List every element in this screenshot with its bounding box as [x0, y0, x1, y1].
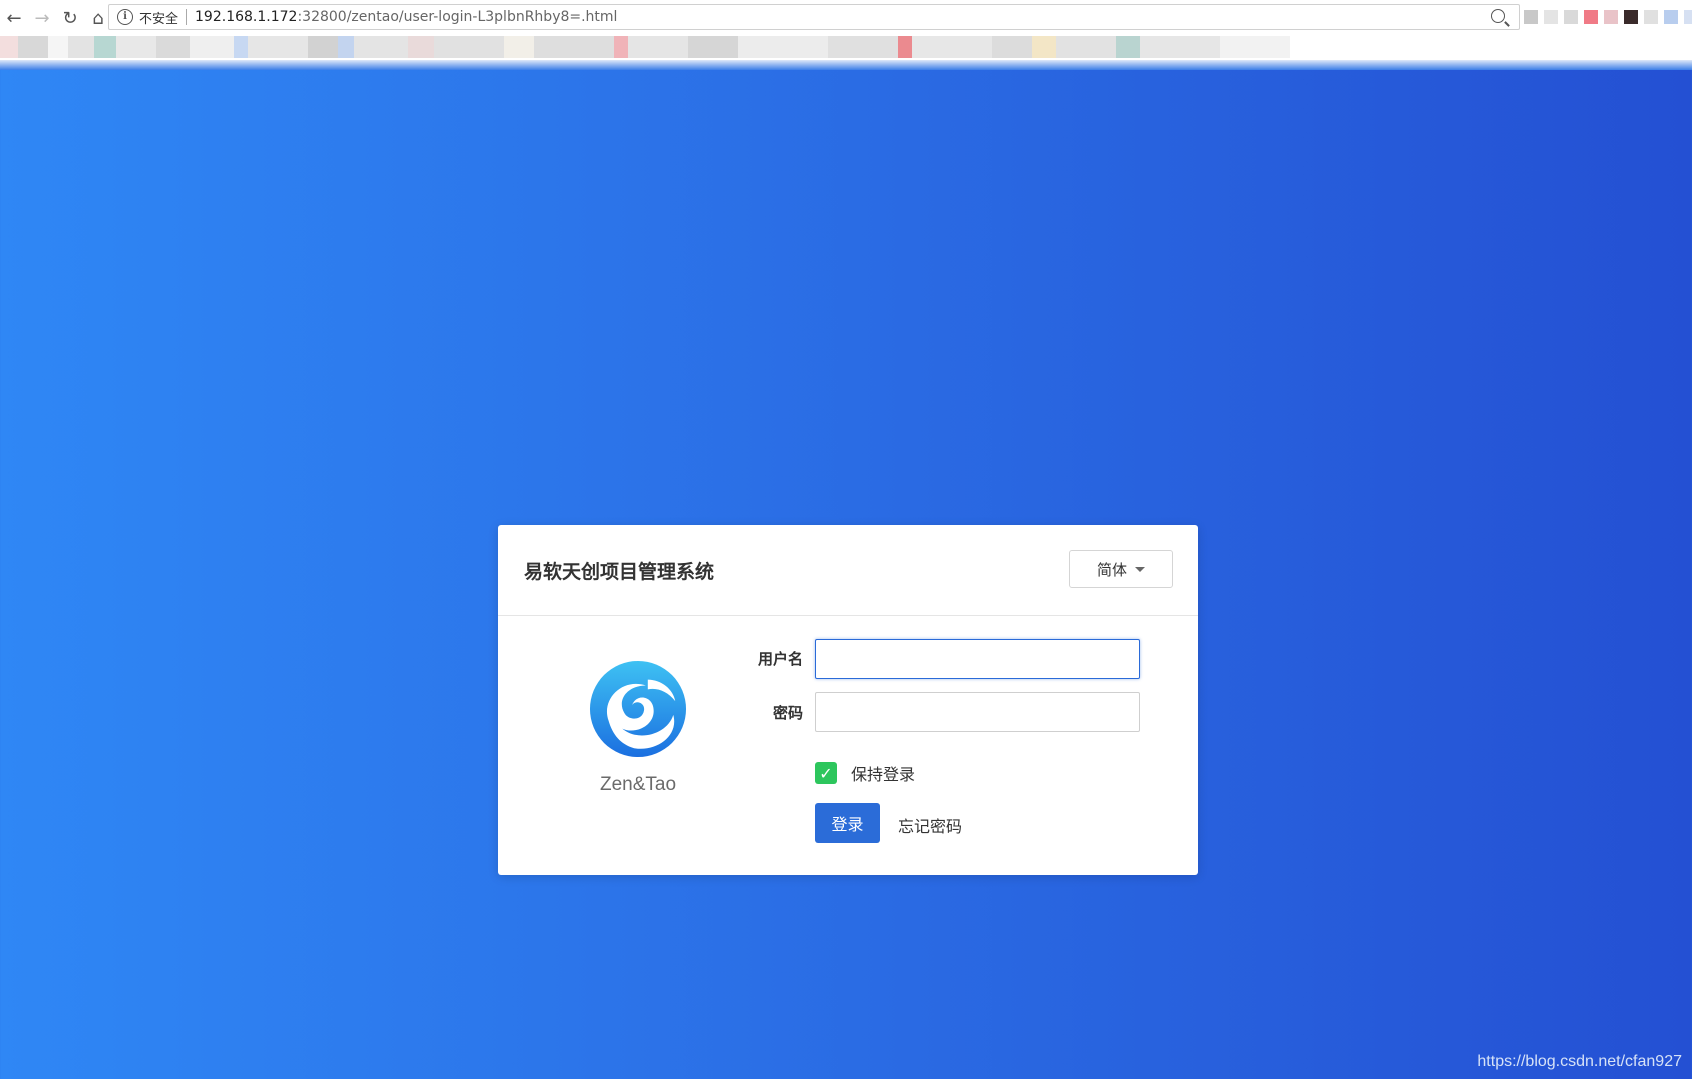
forward-arrow-icon[interactable]: →: [28, 4, 56, 32]
bookmark-item[interactable]: [898, 36, 912, 58]
watermark-text: https://blog.csdn.net/cfan927: [1477, 1053, 1682, 1070]
bookmark-item[interactable]: [688, 36, 738, 58]
password-label: 密码: [772, 704, 803, 722]
zentao-logo-icon: [589, 660, 687, 758]
caret-down-icon: [1135, 566, 1145, 572]
extension-icon[interactable]: [1664, 10, 1678, 24]
extension-icon[interactable]: [1684, 10, 1692, 24]
security-label[interactable]: 不安全: [139, 8, 178, 27]
bookmark-item[interactable]: [408, 36, 434, 58]
info-icon[interactable]: i: [117, 9, 133, 25]
login-panel-header: 易软天创项目管理系统 简体: [498, 525, 1198, 616]
login-panel: 易软天创项目管理系统 简体 Zen&Tao 用户名 密码 ✓ 保持登录 登录 忘…: [498, 525, 1198, 875]
keep-login-checkbox[interactable]: ✓: [815, 762, 837, 784]
bookmark-item[interactable]: [234, 36, 248, 58]
bookmark-item[interactable]: [1032, 36, 1056, 58]
back-arrow-icon[interactable]: ←: [0, 4, 28, 32]
bookmark-item[interactable]: [504, 36, 534, 58]
password-input[interactable]: [815, 692, 1140, 732]
reload-icon[interactable]: ↻: [56, 4, 84, 32]
extension-icon[interactable]: [1584, 10, 1598, 24]
extension-icon[interactable]: [1604, 10, 1618, 24]
extension-icon[interactable]: [1544, 10, 1558, 24]
bookmark-item[interactable]: [338, 36, 354, 58]
bookmark-item[interactable]: [116, 36, 156, 58]
bookmark-item[interactable]: [828, 36, 898, 58]
bookmark-item[interactable]: [614, 36, 628, 58]
address-bar[interactable]: i 不安全 192.168.1.172:32800/zentao/user-lo…: [108, 4, 1520, 30]
bookmark-item[interactable]: [912, 36, 992, 58]
bookmark-item[interactable]: [0, 36, 18, 58]
bookmark-item[interactable]: [156, 36, 190, 58]
bookmark-item[interactable]: [68, 36, 94, 58]
bookmark-item[interactable]: [1220, 36, 1290, 58]
brand-logo: Zen&Tao: [588, 660, 688, 796]
bookmark-item[interactable]: [434, 36, 504, 58]
bookmarks-bar: [0, 36, 1692, 60]
address-divider: [186, 9, 188, 25]
bookmark-item[interactable]: [18, 36, 48, 58]
bookmark-item[interactable]: [738, 36, 828, 58]
username-label: 用户名: [757, 650, 803, 668]
chrome-shadow: [0, 60, 1692, 70]
zoom-icon[interactable]: [1491, 9, 1505, 23]
bookmark-item[interactable]: [94, 36, 116, 58]
bookmark-item[interactable]: [354, 36, 408, 58]
bookmark-item[interactable]: [48, 36, 68, 58]
bookmark-item[interactable]: [248, 36, 308, 58]
browser-nav: ← → ↻ ⌂: [0, 4, 112, 32]
url-path[interactable]: :32800/zentao/user-login-L3plbnRhby8=.ht…: [297, 9, 617, 25]
language-label: 简体: [1096, 560, 1127, 579]
logo-text: Zen&Tao: [599, 774, 677, 795]
browser-chrome: ← → ↻ ⌂ i 不安全 192.168.1.172:32800/zentao…: [0, 0, 1692, 70]
bookmark-item[interactable]: [1056, 36, 1116, 58]
keep-login-option[interactable]: ✓ 保持登录: [815, 761, 915, 785]
extension-icon[interactable]: [1564, 10, 1578, 24]
bookmark-item[interactable]: [534, 36, 614, 58]
extensions-area: [1524, 10, 1692, 26]
bookmark-item[interactable]: [1116, 36, 1140, 58]
extension-icon[interactable]: [1644, 10, 1658, 24]
bookmark-item[interactable]: [628, 36, 688, 58]
extension-icon[interactable]: [1524, 10, 1538, 24]
bookmark-item[interactable]: [992, 36, 1032, 58]
bookmark-item[interactable]: [308, 36, 338, 58]
extension-icon[interactable]: [1624, 10, 1638, 24]
login-button[interactable]: 登录: [815, 803, 880, 843]
page-title: 易软天创项目管理系统: [524, 561, 715, 583]
keep-login-label[interactable]: 保持登录: [851, 761, 915, 785]
url-host[interactable]: 192.168.1.172: [195, 9, 297, 25]
username-input[interactable]: [815, 639, 1140, 679]
bookmark-item[interactable]: [1140, 36, 1220, 58]
language-dropdown[interactable]: 简体: [1069, 550, 1173, 588]
bookmark-item[interactable]: [190, 36, 234, 58]
forgot-password-link[interactable]: 忘记密码: [898, 813, 962, 837]
